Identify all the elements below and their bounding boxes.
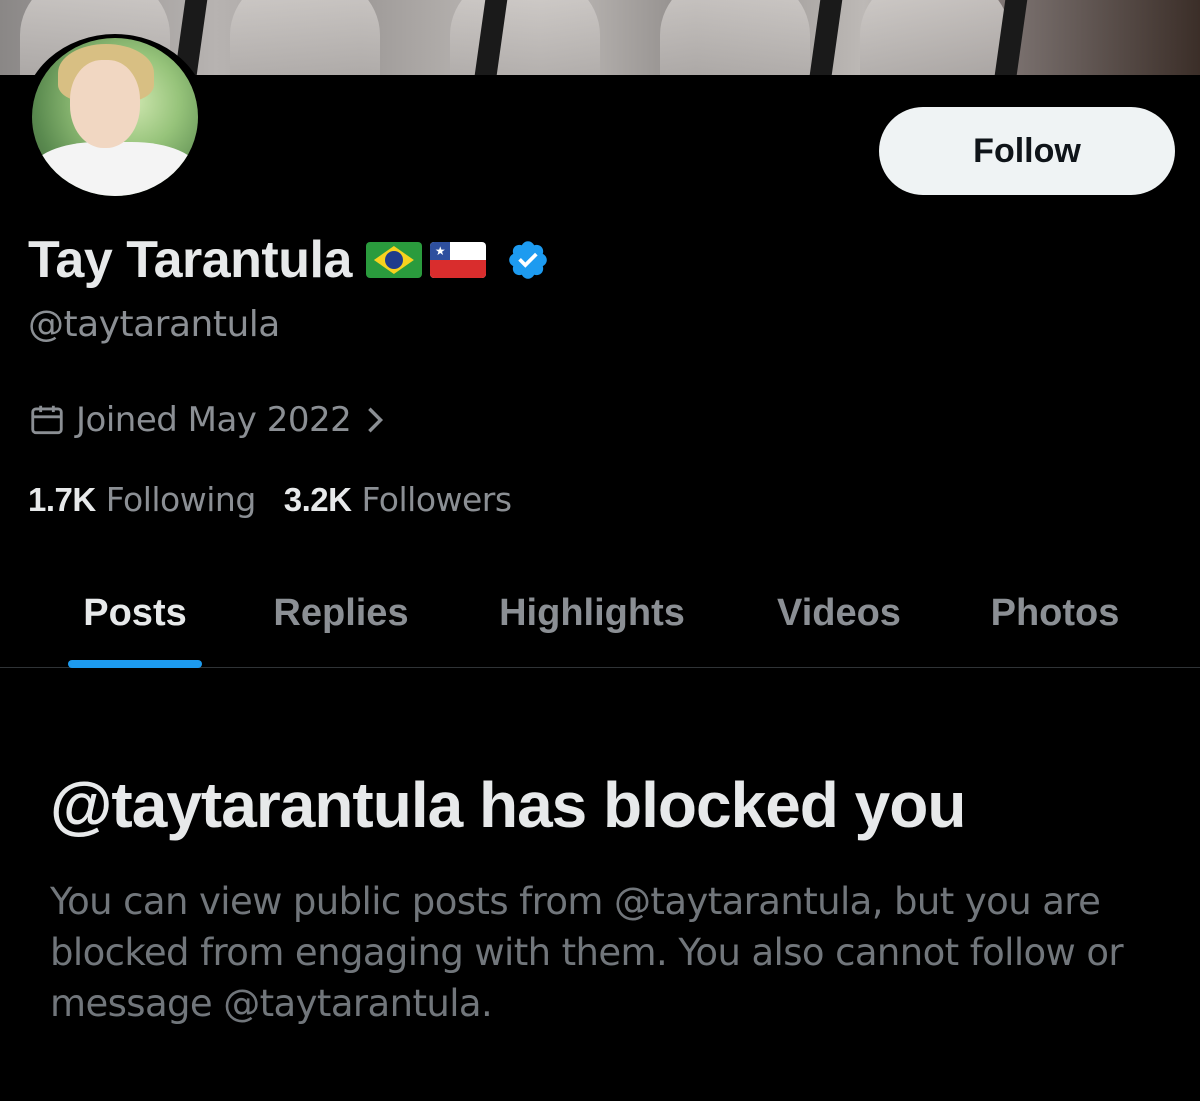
profile-tabs: Posts Replies Highlights Videos Photos bbox=[0, 560, 1200, 668]
blocked-title: @taytarantula has blocked you bbox=[50, 769, 966, 841]
active-tab-indicator bbox=[68, 660, 202, 668]
blocked-message: You can view public posts from @taytaran… bbox=[50, 880, 1124, 1025]
calendar-icon bbox=[31, 405, 63, 435]
joined-label: Joined May 2022 bbox=[76, 400, 352, 440]
joined-date[interactable]: Joined May 2022 bbox=[28, 400, 395, 440]
following-link[interactable]: 1.7K Following bbox=[28, 480, 256, 519]
follow-stats: 1.7K Following 3.2K Followers bbox=[28, 480, 512, 519]
tab-posts[interactable]: Posts bbox=[68, 560, 202, 667]
followers-label: Followers bbox=[361, 480, 512, 519]
profile-name-row: Tay Tarantula ★ bbox=[28, 228, 550, 292]
followers-count: 3.2K bbox=[283, 481, 352, 518]
chevron-right-icon bbox=[368, 407, 384, 433]
tab-photos[interactable]: Photos bbox=[978, 560, 1132, 667]
tab-replies[interactable]: Replies bbox=[262, 560, 420, 667]
following-count: 1.7K bbox=[28, 481, 96, 518]
tab-highlights[interactable]: Highlights bbox=[486, 560, 698, 667]
profile-handle: @taytarantula bbox=[28, 304, 280, 345]
avatar-photo bbox=[32, 38, 198, 196]
tab-videos[interactable]: Videos bbox=[764, 560, 914, 667]
following-label: Following bbox=[105, 480, 257, 519]
display-name: Tay Tarantula bbox=[28, 231, 352, 289]
chile-flag-icon: ★ bbox=[429, 242, 486, 278]
follow-button[interactable]: Follow bbox=[879, 107, 1175, 195]
brazil-flag-icon bbox=[365, 242, 422, 278]
followers-link[interactable]: 3.2K Followers bbox=[284, 480, 512, 519]
avatar[interactable] bbox=[22, 34, 208, 200]
verified-badge-icon[interactable] bbox=[506, 238, 550, 282]
